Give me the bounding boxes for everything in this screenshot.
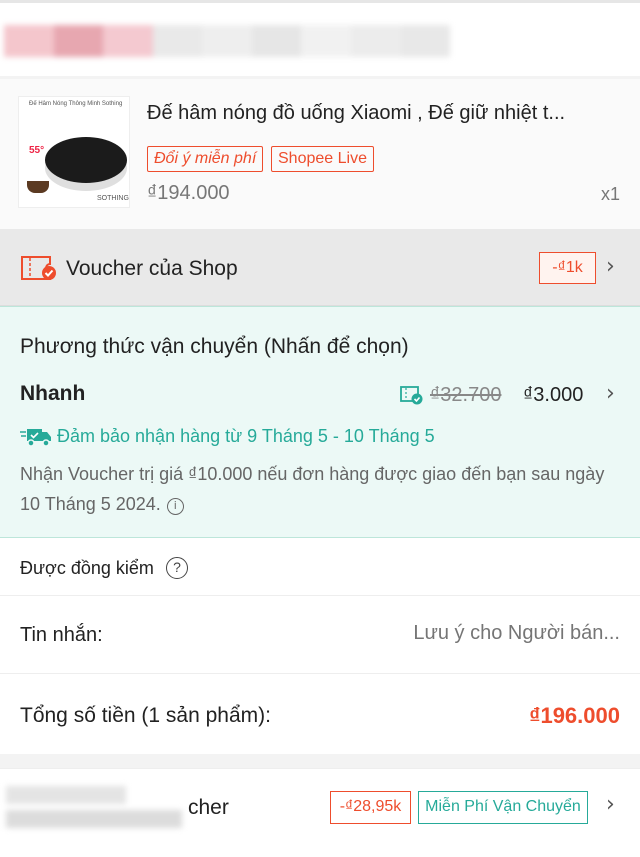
next-shop-chevron-right-icon[interactable]: ›	[606, 792, 615, 817]
order-total-label: Tổng số tiền (1 sản phẩm):	[20, 704, 271, 727]
free-shipping-badge: Miễn Phí Vận Chuyển	[418, 791, 588, 824]
thumbnail-mark: SOTHING	[97, 195, 129, 202]
shipping-heading[interactable]: Phương thức vận chuyển (Nhấn để chọn)	[20, 335, 409, 359]
next-shop-blurred	[6, 786, 186, 832]
shop-name-blurred	[4, 25, 451, 57]
next-shop-voucher-label[interactable]: cher	[188, 796, 229, 820]
next-shop-discount-badge: -₫28,95k	[330, 791, 411, 824]
shipping-method-name: Nhanh	[20, 382, 86, 405]
voucher-chevron-right-icon[interactable]: ›	[606, 254, 615, 279]
tag-shopee-live: Shopee Live	[271, 146, 374, 172]
coffee-cup-icon	[27, 181, 49, 193]
thumbnail-brand-text: Đế Hâm Nóng Thông Minh Sothing	[29, 101, 123, 107]
shipping-chevron-right-icon[interactable]: ›	[606, 381, 615, 406]
info-icon[interactable]: i	[166, 498, 184, 515]
shipping-new-price: ₫3.000	[523, 384, 584, 406]
delivery-truck-icon	[20, 429, 51, 447]
shipping-voucher-note: Nhận Voucher trị giá ₫10.000 nếu đơn hàn…	[20, 459, 610, 519]
warmer-disc-graphic	[45, 137, 127, 183]
shop-voucher-badge: -₫1k	[539, 252, 596, 284]
message-label: Tin nhắn:	[20, 624, 103, 646]
product-price: ₫194.000	[147, 182, 230, 204]
thumbnail-temp: 55°	[29, 145, 45, 156]
product-title[interactable]: Đế hâm nóng đồ uống Xiaomi , Đế giữ nhiệ…	[147, 102, 625, 125]
shipping-voucher-note-text: Nhận Voucher trị giá ₫10.000 nếu đơn hàn…	[20, 464, 605, 514]
message-input[interactable]	[330, 622, 620, 645]
shop-header[interactable]	[0, 0, 640, 76]
product-thumbnail[interactable]: Đế Hâm Nóng Thông Minh Sothing 55° SOTHI…	[18, 96, 130, 208]
product-quantity: x1	[600, 184, 620, 204]
tag-free-return: Đổi ý miễn phí	[147, 146, 264, 172]
voucher-ticket-icon	[21, 256, 56, 280]
shipping-guarantee: Đảm bảo nhận hàng từ 9 Tháng 5 - 10 Thán…	[57, 426, 435, 446]
order-total-value: ₫196.000	[529, 703, 620, 728]
help-question-icon[interactable]: ?	[166, 557, 188, 579]
shop-voucher-label[interactable]: Voucher của Shop	[66, 257, 238, 281]
shipping-voucher-icon	[400, 386, 423, 405]
co-inspection-label: Được đồng kiểm	[20, 558, 154, 578]
shipping-old-price: ₫32.700	[430, 384, 502, 406]
